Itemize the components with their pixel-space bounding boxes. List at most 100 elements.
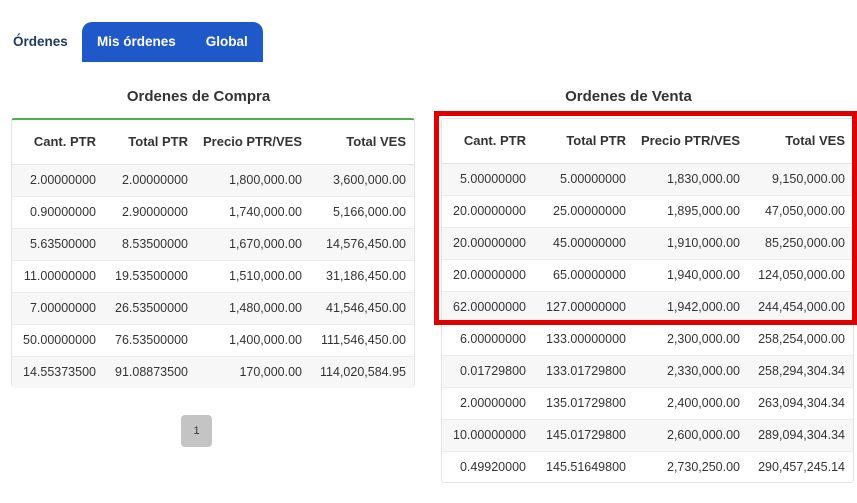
table-row[interactable]: 20.00000000 45.00000000 1,910,000.00 85,250… bbox=[442, 226, 853, 259]
table-cell: 244,454,000.00 bbox=[748, 290, 853, 323]
table-row[interactable]: 0.90000000 2.90000000 1,740,000.00 5,166,00… bbox=[12, 195, 414, 228]
column-header[interactable]: Total VES bbox=[748, 119, 853, 164]
table-cell: 2.00000000 bbox=[12, 163, 104, 196]
column-header[interactable]: Cant. PTR bbox=[442, 119, 534, 164]
table-cell: 263,094,304.34 bbox=[748, 386, 853, 419]
table-cell: 1,400,000.00 bbox=[196, 323, 310, 356]
table-cell: 1,670,000.00 bbox=[196, 227, 310, 260]
table-cell: 1,942,000.00 bbox=[634, 290, 748, 323]
column-header[interactable]: Precio PTR/VES bbox=[196, 120, 310, 165]
table-cell: 6.00000000 bbox=[442, 322, 534, 355]
table-cell: 76.53500000 bbox=[104, 323, 196, 356]
table-row[interactable]: 5.63500000 8.53500000 1,670,000.00 14,576,4… bbox=[12, 227, 414, 260]
tab-ordenes[interactable]: Órdenes bbox=[0, 22, 82, 62]
table-cell: 1,830,000.00 bbox=[634, 162, 748, 195]
table-cell: 145.51649800 bbox=[534, 450, 634, 483]
table-cell: 2,600,000.00 bbox=[634, 418, 748, 451]
tab-global[interactable]: Global bbox=[191, 22, 263, 62]
table-cell: 1,510,000.00 bbox=[196, 259, 310, 292]
table-cell: 2,730,250.00 bbox=[634, 450, 748, 483]
table-cell: 5.00000000 bbox=[442, 162, 534, 195]
tab-group: Mis órdenes Global bbox=[82, 22, 263, 62]
table-cell: 45.00000000 bbox=[534, 226, 634, 259]
table-cell: 170,000.00 bbox=[196, 355, 310, 388]
table-cell: 5.63500000 bbox=[12, 227, 104, 260]
table-cell: 20.00000000 bbox=[442, 194, 534, 227]
table-header-row: Cant. PTR Total PTR Precio PTR/VES Total… bbox=[12, 120, 414, 165]
table-cell: 20.00000000 bbox=[442, 226, 534, 259]
table-cell: 10.00000000 bbox=[442, 418, 534, 451]
column-header[interactable]: Precio PTR/VES bbox=[634, 119, 748, 164]
table-cell: 5.00000000 bbox=[534, 162, 634, 195]
table-cell: 65.00000000 bbox=[534, 258, 634, 291]
table-row[interactable]: 2.00000000 135.01729800 2,400,000.00 263,09… bbox=[442, 386, 853, 419]
table-cell: 85,250,000.00 bbox=[748, 226, 853, 259]
buy-orders-table: Cant. PTR Total PTR Precio PTR/VES Total… bbox=[12, 120, 414, 388]
table-cell: 5,166,000.00 bbox=[310, 195, 414, 228]
table-cell: 20.00000000 bbox=[442, 258, 534, 291]
table-cell: 135.01729800 bbox=[534, 386, 634, 419]
table-cell: 62.00000000 bbox=[442, 290, 534, 323]
column-header[interactable]: Total PTR bbox=[534, 119, 634, 164]
table-row[interactable]: 2.00000000 2.00000000 1,800,000.00 3,600,00… bbox=[12, 163, 414, 196]
table-header-row: Cant. PTR Total PTR Precio PTR/VES Total… bbox=[442, 119, 853, 164]
table-cell: 26.53500000 bbox=[104, 291, 196, 324]
buy-orders-title: Ordenes de Compra bbox=[126, 88, 271, 105]
table-cell: 1,800,000.00 bbox=[196, 163, 310, 196]
table-row[interactable]: 50.00000000 76.53500000 1,400,000.00 111,54… bbox=[12, 323, 414, 356]
table-cell: 8.53500000 bbox=[104, 227, 196, 260]
table-cell: 41,546,450.00 bbox=[310, 291, 414, 324]
table-cell: 7.00000000 bbox=[12, 291, 104, 324]
table-row[interactable]: 62.00000000 127.00000000 1,942,000.00 244,4… bbox=[442, 290, 853, 323]
table-cell: 31,186,450.00 bbox=[310, 259, 414, 292]
table-cell: 114,020,584.95 bbox=[310, 355, 414, 388]
table-cell: 258,294,304.34 bbox=[748, 354, 853, 387]
column-header[interactable]: Total VES bbox=[310, 120, 414, 165]
table-cell: 2.00000000 bbox=[104, 163, 196, 196]
table-cell: 1,910,000.00 bbox=[634, 226, 748, 259]
table-cell: 2.00000000 bbox=[442, 386, 534, 419]
table-cell: 1,895,000.00 bbox=[634, 194, 748, 227]
table-cell: 124,050,000.00 bbox=[748, 258, 853, 291]
table-cell: 111,546,450.00 bbox=[310, 323, 414, 356]
table-cell: 2,330,000.00 bbox=[634, 354, 748, 387]
table-cell: 2,300,000.00 bbox=[634, 322, 748, 355]
table-row[interactable]: 11.00000000 19.53500000 1,510,000.00 31,186… bbox=[12, 259, 414, 292]
table-row[interactable]: 20.00000000 65.00000000 1,940,000.00 124,05… bbox=[442, 258, 853, 291]
sell-orders-title: Ordenes de Venta bbox=[565, 88, 692, 105]
table-cell: 9,150,000.00 bbox=[748, 162, 853, 195]
table-cell: 1,740,000.00 bbox=[196, 195, 310, 228]
table-cell: 0.49920000 bbox=[442, 450, 534, 483]
table-cell: 0.01729800 bbox=[442, 354, 534, 387]
table-row[interactable]: 0.01729800 133.01729800 2,330,000.00 258,29… bbox=[442, 354, 853, 387]
table-row[interactable]: 7.00000000 26.53500000 1,480,000.00 41,546,… bbox=[12, 291, 414, 324]
table-cell: 25.00000000 bbox=[534, 194, 634, 227]
table-row[interactable]: 6.00000000 133.00000000 2,300,000.00 258,25… bbox=[442, 322, 853, 355]
table-cell: 290,457,245.14 bbox=[748, 450, 853, 483]
table-cell: 3,600,000.00 bbox=[310, 163, 414, 196]
sell-orders-table: Cant. PTR Total PTR Precio PTR/VES Total… bbox=[442, 119, 853, 483]
table-row[interactable]: 10.00000000 145.01729800 2,600,000.00 289,0… bbox=[442, 418, 853, 451]
table-cell: 19.53500000 bbox=[104, 259, 196, 292]
pagination-page-button[interactable]: 1 bbox=[181, 415, 212, 447]
table-row[interactable]: 0.49920000 145.51649800 2,730,250.00 290,45… bbox=[442, 450, 853, 483]
table-cell: 47,050,000.00 bbox=[748, 194, 853, 227]
table-cell: 258,254,000.00 bbox=[748, 322, 853, 355]
tab-bar: Órdenes Mis órdenes Global bbox=[0, 22, 263, 62]
table-cell: 145.01729800 bbox=[534, 418, 634, 451]
buy-orders-panel: Cant. PTR Total PTR Precio PTR/VES Total… bbox=[11, 118, 415, 388]
table-row[interactable]: 20.00000000 25.00000000 1,895,000.00 47,050… bbox=[442, 194, 853, 227]
table-cell: 133.01729800 bbox=[534, 354, 634, 387]
table-row[interactable]: 14.55373500 91.08873500 170,000.00 114,020,… bbox=[12, 355, 414, 388]
table-cell: 2.90000000 bbox=[104, 195, 196, 228]
table-cell: 91.08873500 bbox=[104, 355, 196, 388]
table-row[interactable]: 5.00000000 5.00000000 1,830,000.00 9,150,00… bbox=[442, 162, 853, 195]
sell-orders-panel: Cant. PTR Total PTR Precio PTR/VES Total… bbox=[441, 118, 854, 483]
column-header[interactable]: Total PTR bbox=[104, 120, 196, 165]
table-cell: 127.00000000 bbox=[534, 290, 634, 323]
tab-mis-ordenes[interactable]: Mis órdenes bbox=[82, 22, 191, 62]
column-header[interactable]: Cant. PTR bbox=[12, 120, 104, 165]
table-cell: 289,094,304.34 bbox=[748, 418, 853, 451]
table-cell: 2,400,000.00 bbox=[634, 386, 748, 419]
table-cell: 50.00000000 bbox=[12, 323, 104, 356]
